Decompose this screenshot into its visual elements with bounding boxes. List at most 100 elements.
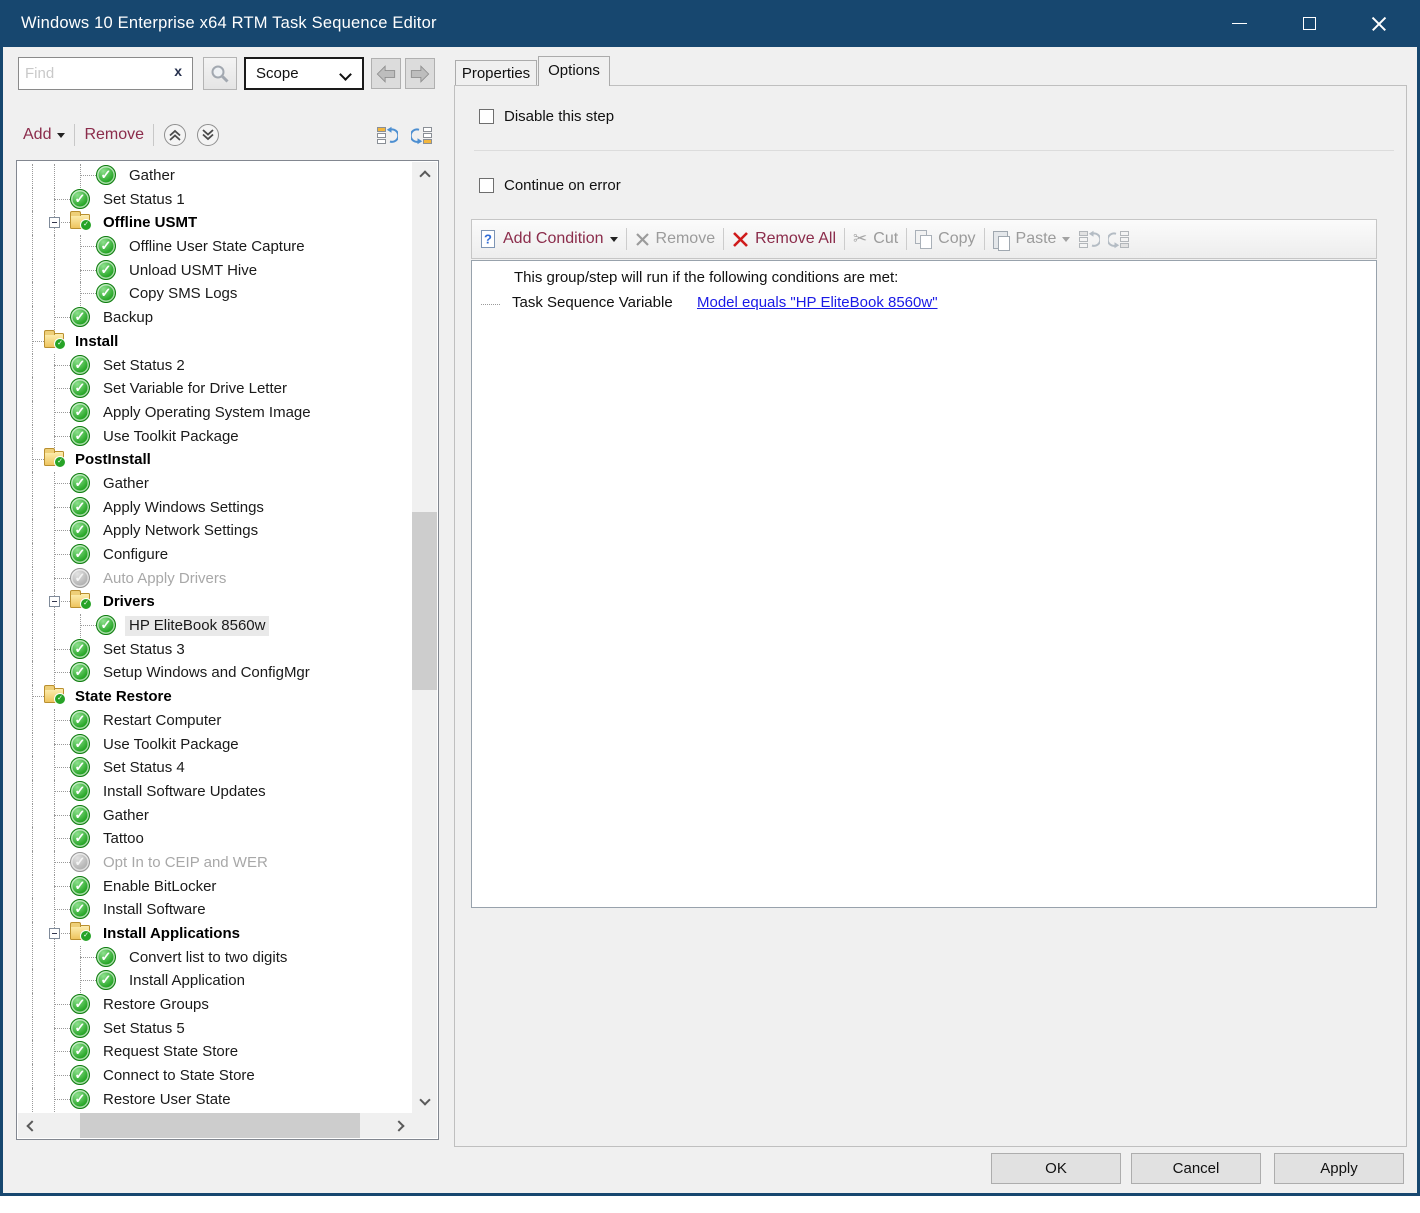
add-button[interactable]: Add xyxy=(23,126,65,144)
tree-down-button[interactable] xyxy=(1108,230,1130,249)
task-sequence-editor-window: Windows 10 Enterprise x64 RTM Task Seque… xyxy=(0,0,1420,1196)
tree-step-row[interactable]: Restore User State xyxy=(18,1088,412,1112)
tree-group-row[interactable]: Drivers xyxy=(18,590,412,614)
tree-step-row[interactable]: Enable BitLocker xyxy=(18,875,412,899)
scroll-right-button[interactable] xyxy=(388,1113,412,1138)
tree-step-row[interactable]: Install Software xyxy=(18,898,412,922)
tree-step-row[interactable]: Unload USMT Hive xyxy=(18,259,412,283)
remove-all-button[interactable]: Remove All xyxy=(732,230,836,248)
tree-step-row[interactable]: Apply Network Settings xyxy=(18,519,412,543)
scroll-left-button[interactable] xyxy=(18,1113,42,1138)
tree-step-row[interactable]: Restart Computer xyxy=(18,709,412,733)
tree-group-row[interactable]: Install xyxy=(18,330,412,354)
maximize-button[interactable] xyxy=(1278,0,1340,47)
tree-step-row[interactable]: Install Software Updates xyxy=(18,780,412,804)
remove-button[interactable]: Remove xyxy=(635,230,716,248)
tree-guide-line xyxy=(32,661,33,685)
move-down-button[interactable] xyxy=(196,123,220,147)
tree-step-row[interactable]: Set Status 1 xyxy=(18,188,412,212)
toolbar-separator xyxy=(74,124,75,146)
expand-all-button[interactable] xyxy=(409,124,435,146)
tree-step-row[interactable]: Apply Operating System Image xyxy=(18,401,412,425)
tab-properties[interactable]: Properties xyxy=(455,60,537,86)
tree-step-row[interactable]: Request State Store xyxy=(18,1040,412,1064)
paste-button[interactable]: Paste xyxy=(993,230,1071,249)
ok-button[interactable]: OK xyxy=(991,1153,1121,1184)
tree-group-row[interactable]: State Restore xyxy=(18,685,412,709)
tab-options[interactable]: Options xyxy=(538,56,610,86)
tree-step-row[interactable]: Convert list to two digits xyxy=(18,946,412,970)
tree-step-row[interactable]: Apply Windows Settings xyxy=(18,496,412,520)
vertical-scroll-thumb[interactable] xyxy=(412,512,437,690)
move-up-button[interactable] xyxy=(163,123,187,147)
tree-item-label: Connect to State Store xyxy=(99,1066,259,1086)
find-input[interactable] xyxy=(25,58,165,89)
tree-step-row[interactable]: Tattoo xyxy=(18,827,412,851)
clear-find-button[interactable]: x xyxy=(174,63,182,79)
tree-step-row[interactable]: Opt In to CEIP and WER xyxy=(18,851,412,875)
cancel-button[interactable]: Cancel xyxy=(1131,1153,1261,1184)
continue-on-error-checkbox[interactable] xyxy=(479,178,494,193)
tree-item-label: PostInstall xyxy=(71,450,155,470)
tree-group-row[interactable]: Install Applications xyxy=(18,922,412,946)
tree-step-row[interactable]: Use Toolkit Package xyxy=(18,425,412,449)
tree-step-row[interactable]: HP EliteBook 8560w xyxy=(18,614,412,638)
tree-step-row[interactable]: Restore Groups xyxy=(18,993,412,1017)
scroll-up-button[interactable] xyxy=(412,162,437,186)
tree-step-row[interactable]: Copy SMS Logs xyxy=(18,282,412,306)
horizontal-scrollbar[interactable] xyxy=(18,1113,412,1138)
back-button[interactable] xyxy=(371,58,401,89)
tree-step-row[interactable]: Gather xyxy=(18,164,412,188)
tree-step-row[interactable]: Backup xyxy=(18,306,412,330)
forward-button[interactable] xyxy=(405,58,435,89)
tree-step-row[interactable]: Set Variable for Drive Letter xyxy=(18,377,412,401)
copy-button[interactable]: Copy xyxy=(915,230,975,248)
tree-step-row[interactable]: Set Status 2 xyxy=(18,354,412,378)
apply-button[interactable]: Apply xyxy=(1274,1153,1404,1184)
find-box: x xyxy=(18,57,193,90)
tree-step-row[interactable]: Auto Apply Drivers xyxy=(18,567,412,591)
add-condition-button[interactable]: ?Add Condition xyxy=(480,229,618,249)
tree-step-row[interactable]: Use Toolkit Package xyxy=(18,733,412,757)
tree-step-row[interactable]: Gather xyxy=(18,472,412,496)
minimize-button[interactable] xyxy=(1208,0,1270,47)
horizontal-scroll-thumb[interactable] xyxy=(80,1113,360,1138)
tree-step-row[interactable]: Set Status 4 xyxy=(18,756,412,780)
collapse-expander[interactable] xyxy=(49,928,60,939)
tree-step-row[interactable]: Set Status 5 xyxy=(18,1017,412,1041)
collapse-expander[interactable] xyxy=(49,596,60,607)
remove-button[interactable]: Remove xyxy=(84,126,144,144)
scope-dropdown[interactable]: Scope xyxy=(244,57,364,90)
tree-item-label: Install Applications xyxy=(99,924,244,944)
cut-button[interactable]: ✂Cut xyxy=(853,229,898,249)
continue-on-error-row: Continue on error xyxy=(479,177,621,194)
search-icon xyxy=(209,63,231,85)
condition-link[interactable]: Model equals "HP EliteBook 8560w" xyxy=(697,294,938,311)
tree-guide-line xyxy=(32,401,33,425)
tree-step-row[interactable]: Offline User State Capture xyxy=(18,235,412,259)
tree-guide-line xyxy=(32,969,33,993)
tree-step-row[interactable]: Setup Windows and ConfigMgr xyxy=(18,661,412,685)
tree-step-row[interactable]: Configure xyxy=(18,543,412,567)
toolbar-button-label: Remove All xyxy=(755,230,836,248)
tree-step-row[interactable]: Set Status 3 xyxy=(18,638,412,662)
disable-step-checkbox[interactable] xyxy=(479,109,494,124)
condition-toolbar: ?Add Condition Remove Remove All ✂Cut Copy Pa… xyxy=(471,219,1377,259)
condition-list[interactable]: This group/step will run if the followin… xyxy=(471,260,1377,908)
tree-group-row[interactable]: Offline USMT xyxy=(18,211,412,235)
vertical-scrollbar[interactable] xyxy=(412,162,437,1113)
tree-step-row[interactable]: Connect to State Store xyxy=(18,1064,412,1088)
tree-up-button[interactable] xyxy=(1078,230,1100,249)
tree-guide-line xyxy=(32,567,33,591)
search-button[interactable] xyxy=(203,57,237,90)
tree-group-row[interactable]: PostInstall xyxy=(18,448,412,472)
collapse-all-button[interactable] xyxy=(374,124,400,146)
tree-item-label: Copy SMS Logs xyxy=(125,284,241,304)
tree-item-label: Offline User State Capture xyxy=(125,237,309,257)
scroll-down-button[interactable] xyxy=(412,1089,437,1113)
tree-step-row[interactable]: Install Application xyxy=(18,969,412,993)
tree-step-row[interactable]: Gather xyxy=(18,804,412,828)
close-button[interactable] xyxy=(1348,0,1410,47)
collapse-expander[interactable] xyxy=(49,217,60,228)
step-check-icon xyxy=(70,544,90,564)
